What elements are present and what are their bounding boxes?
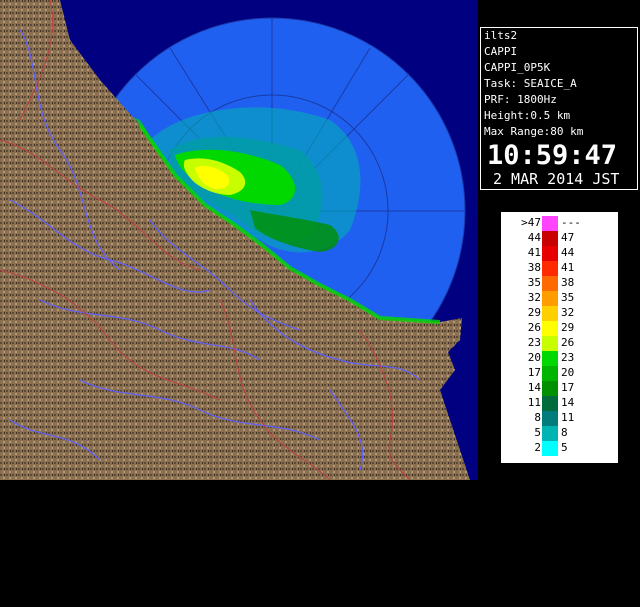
legend-low-value: 29 <box>527 306 541 319</box>
legend-color-swatch <box>542 381 558 396</box>
product-type: CAPPI <box>484 45 518 58</box>
legend-low-value: 5 <box>534 426 541 439</box>
legend-row: 44 47 <box>501 231 581 246</box>
legend-low-value: 38 <box>527 261 541 274</box>
legend-low-value: 17 <box>527 366 541 379</box>
legend-row: 14 17 <box>501 381 581 396</box>
legend-high-value: 32 <box>561 306 575 319</box>
legend-high-value: 26 <box>561 336 575 349</box>
legend-color-swatch <box>542 291 558 306</box>
legend-row: 8 11 <box>501 411 581 426</box>
legend-low-value: 41 <box>527 246 541 259</box>
legend-color-swatch <box>542 276 558 291</box>
legend-low-value: 35 <box>527 276 541 289</box>
legend-row: 20 23 <box>501 351 581 366</box>
legend-color-swatch <box>542 336 558 351</box>
scan-time: 10:59:47 <box>487 140 618 171</box>
legend-high-value: 35 <box>561 291 575 304</box>
legend-row: 26 29 <box>501 321 581 336</box>
legend-low-value: 26 <box>527 321 541 334</box>
reflectivity-legend: >47 --- 44 47 41 44 38 41 35 38 32 35 29 32 26 29 23 26 20… <box>500 211 619 607</box>
legend-row: 17 20 <box>501 366 581 381</box>
legend-low-value: 8 <box>534 411 541 424</box>
task-name: Task: SEAICE_A <box>484 77 577 90</box>
legend-high-value: 17 <box>561 381 575 394</box>
product-name: CAPPI_0P5K <box>484 61 551 74</box>
legend-color-swatch <box>542 366 558 381</box>
legend-color-swatch <box>542 321 558 336</box>
legend-row: 29 32 <box>501 306 581 321</box>
legend-high-value: 11 <box>561 411 575 424</box>
legend-low-value: 44 <box>527 231 541 244</box>
legend-high-value: 23 <box>561 351 575 364</box>
legend-high-value: 47 <box>561 231 575 244</box>
legend-color-swatch <box>542 441 558 456</box>
legend-color-swatch <box>542 411 558 426</box>
legend-high-value: --- <box>561 216 581 229</box>
max-range-value: Max Range:80 km <box>484 125 584 138</box>
radar-map[interactable] <box>0 0 478 480</box>
legend-high-value: 41 <box>561 261 575 274</box>
legend-high-value: 5 <box>561 441 568 454</box>
site-name: ilts2 <box>484 29 518 42</box>
legend-color-swatch <box>542 216 558 231</box>
prf-value: PRF: 1800Hz <box>484 93 557 106</box>
scan-date: 2 MAR 2014 JST <box>493 170 620 188</box>
legend-high-value: 44 <box>561 246 575 259</box>
legend-low-value: 20 <box>527 351 541 364</box>
legend-high-value: 14 <box>561 396 575 409</box>
legend-row: 11 14 <box>501 396 581 411</box>
legend-high-value: 8 <box>561 426 568 439</box>
legend-row: 58 <box>501 426 581 441</box>
legend-color-swatch <box>542 231 558 246</box>
legend-color-swatch <box>542 426 558 441</box>
legend-row: 38 41 <box>501 261 581 276</box>
legend-color-swatch <box>542 306 558 321</box>
legend-low-value: 23 <box>527 336 541 349</box>
legend-low-value: 11 <box>527 396 541 409</box>
legend-high-value: 29 <box>561 321 575 334</box>
legend-color-swatch <box>542 351 558 366</box>
legend-high-value: 20 <box>561 366 575 379</box>
legend-low-value: 2 <box>534 441 541 454</box>
legend-title: Reflectivity in dBZ <box>598 481 611 607</box>
legend-high-value: 38 <box>561 276 575 289</box>
scan-info-box: ilts2 CAPPI CAPPI_0P5K Task: SEAICE_A PR… <box>480 27 638 190</box>
legend-row: 35 38 <box>501 276 581 291</box>
legend-row: 25 <box>501 441 581 456</box>
legend-row: 41 44 <box>501 246 581 261</box>
legend-low-value: >47 <box>521 216 541 229</box>
legend-row: >47 --- <box>501 216 581 231</box>
legend-low-value: 32 <box>527 291 541 304</box>
legend-low-value: 14 <box>527 381 541 394</box>
legend-row: 23 26 <box>501 336 581 351</box>
legend-color-swatch <box>542 396 558 411</box>
height-value: Height:0.5 km <box>484 109 571 122</box>
legend-row: 32 35 <box>501 291 581 306</box>
legend-color-swatch <box>542 246 558 261</box>
legend-color-swatch <box>542 261 558 276</box>
